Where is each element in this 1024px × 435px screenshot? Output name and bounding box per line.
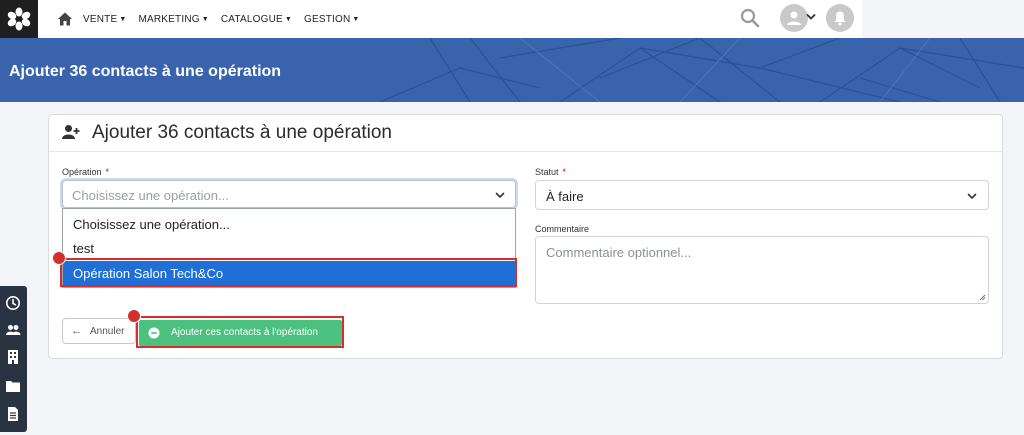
statut-label: Statut *	[535, 167, 567, 177]
minus-circle-icon	[148, 327, 160, 339]
dropdown-option[interactable]: Choisissez une opération...	[63, 212, 515, 236]
chevron-down-icon	[967, 193, 977, 200]
user-menu-button[interactable]	[780, 4, 808, 32]
user-icon	[787, 11, 801, 25]
card-title: Ajouter 36 contacts à une opération	[92, 122, 392, 143]
home-icon[interactable]	[57, 11, 73, 27]
document-icon[interactable]	[5, 406, 21, 422]
operation-select[interactable]: Choisissez une opération...	[62, 180, 516, 208]
menu-vente[interactable]: VENTE ▼	[83, 14, 126, 25]
chevron-down-icon	[495, 192, 505, 199]
commentaire-placeholder: Commentaire optionnel...	[546, 245, 692, 260]
card-header: Ajouter 36 contacts à une opération	[49, 115, 1002, 152]
menu-gestion[interactable]: GESTION ▼	[304, 14, 360, 25]
navbar-filler	[862, 0, 1024, 38]
add-contacts-card: Ajouter 36 contacts à une opération Opér…	[48, 114, 1003, 359]
commentaire-textarea[interactable]: Commentaire optionnel...	[535, 236, 989, 304]
operation-label: Opération *	[62, 167, 110, 177]
operation-dropdown-list: Choisissez une opération... test Opérati…	[62, 208, 516, 288]
top-navbar: VENTE ▼ MARKETING ▼ CATALOGUE ▼ GESTION ▼	[0, 0, 862, 39]
add-contacts-button[interactable]: Ajouter ces contacts à l'opération	[139, 320, 342, 346]
flower-logo-icon	[7, 7, 31, 31]
main-menu: VENTE ▼ MARKETING ▼ CATALOGUE ▼ GESTION ▼	[83, 0, 360, 38]
search-icon[interactable]	[740, 8, 760, 28]
building-icon[interactable]	[5, 349, 21, 365]
dropdown-option-selected[interactable]: Opération Salon Tech&Co	[63, 261, 515, 285]
folder-icon[interactable]	[5, 378, 21, 394]
resize-handle-icon[interactable]	[979, 294, 986, 301]
dropdown-option[interactable]: test	[63, 236, 515, 260]
user-plus-icon	[62, 125, 80, 139]
app-logo[interactable]	[0, 0, 38, 38]
statut-value: À faire	[546, 189, 584, 204]
page-banner: Ajouter 36 contacts à une opération	[0, 38, 1024, 102]
chevron-down-icon[interactable]	[806, 13, 816, 21]
banner-title: Ajouter 36 contacts à une opération	[9, 63, 282, 80]
commentaire-label: Commentaire	[535, 224, 590, 234]
cancel-button[interactable]: ← Annuler	[62, 318, 136, 344]
arrow-left-icon: ←	[71, 325, 82, 337]
users-icon[interactable]	[5, 322, 21, 338]
menu-catalogue[interactable]: CATALOGUE ▼	[221, 14, 292, 25]
left-quick-rail	[0, 286, 27, 432]
notifications-button[interactable]	[826, 4, 854, 32]
operation-placeholder: Choisissez une opération...	[72, 188, 229, 203]
bell-icon	[834, 11, 846, 26]
statut-select[interactable]: À faire	[535, 180, 989, 210]
menu-marketing[interactable]: MARKETING ▼	[138, 14, 208, 25]
clock-icon[interactable]	[5, 295, 21, 311]
